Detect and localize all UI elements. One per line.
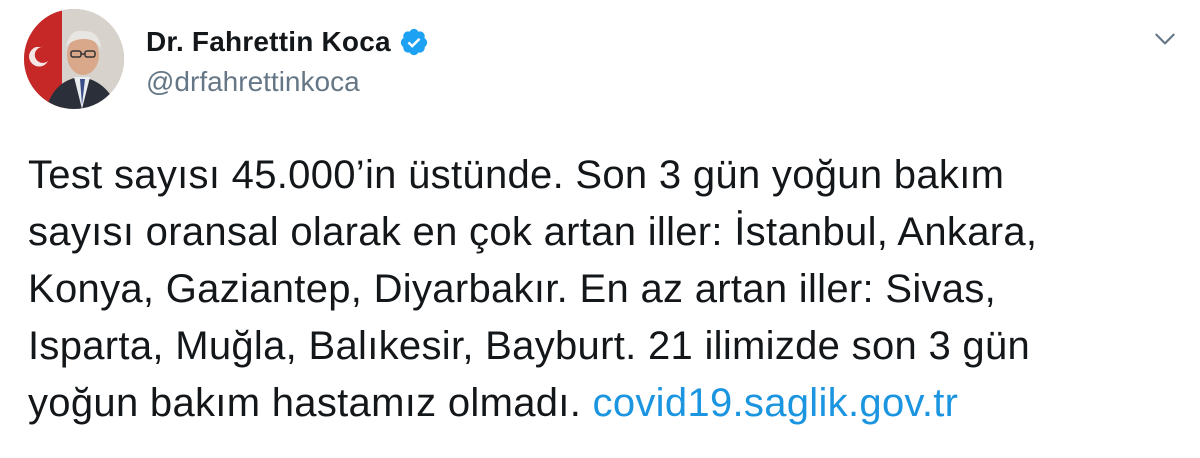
tweet-text-line: sayısı oransal olarak en çok artan iller…: [28, 210, 1038, 254]
avatar[interactable]: [24, 9, 124, 109]
tweet-link[interactable]: covid19.saglik.gov.tr: [593, 381, 959, 425]
tweet-text-line: Konya, Gaziantep, Diyarbakır. En az arta…: [28, 267, 997, 311]
avatar-image: [24, 9, 124, 109]
chevron-down-icon[interactable]: [1152, 26, 1178, 52]
author-display-name[interactable]: Dr. Fahrettin Koca: [146, 26, 391, 58]
tweet-text: Test sayısı 45.000’in üstünde. Son 3 gün…: [28, 147, 1178, 432]
author-name-row[interactable]: Dr. Fahrettin Koca: [146, 24, 429, 60]
tweet-text-line: Test sayısı 45.000’in üstünde. Son 3 gün…: [28, 153, 1005, 197]
verified-badge-icon: [399, 27, 429, 57]
tweet-text-line-last: yoğun bakım hastamız olmadı. covid19.sag…: [28, 375, 1178, 432]
tweet-text-fragment: yoğun bakım hastamız olmadı.: [28, 381, 582, 425]
tweet-card: Dr. Fahrettin Koca @drfahrettinkoca Test…: [0, 0, 1200, 458]
tweet-text-line: Isparta, Muğla, Balıkesir, Bayburt. 21 i…: [28, 324, 1031, 368]
author-handle[interactable]: @drfahrettinkoca: [146, 66, 360, 98]
